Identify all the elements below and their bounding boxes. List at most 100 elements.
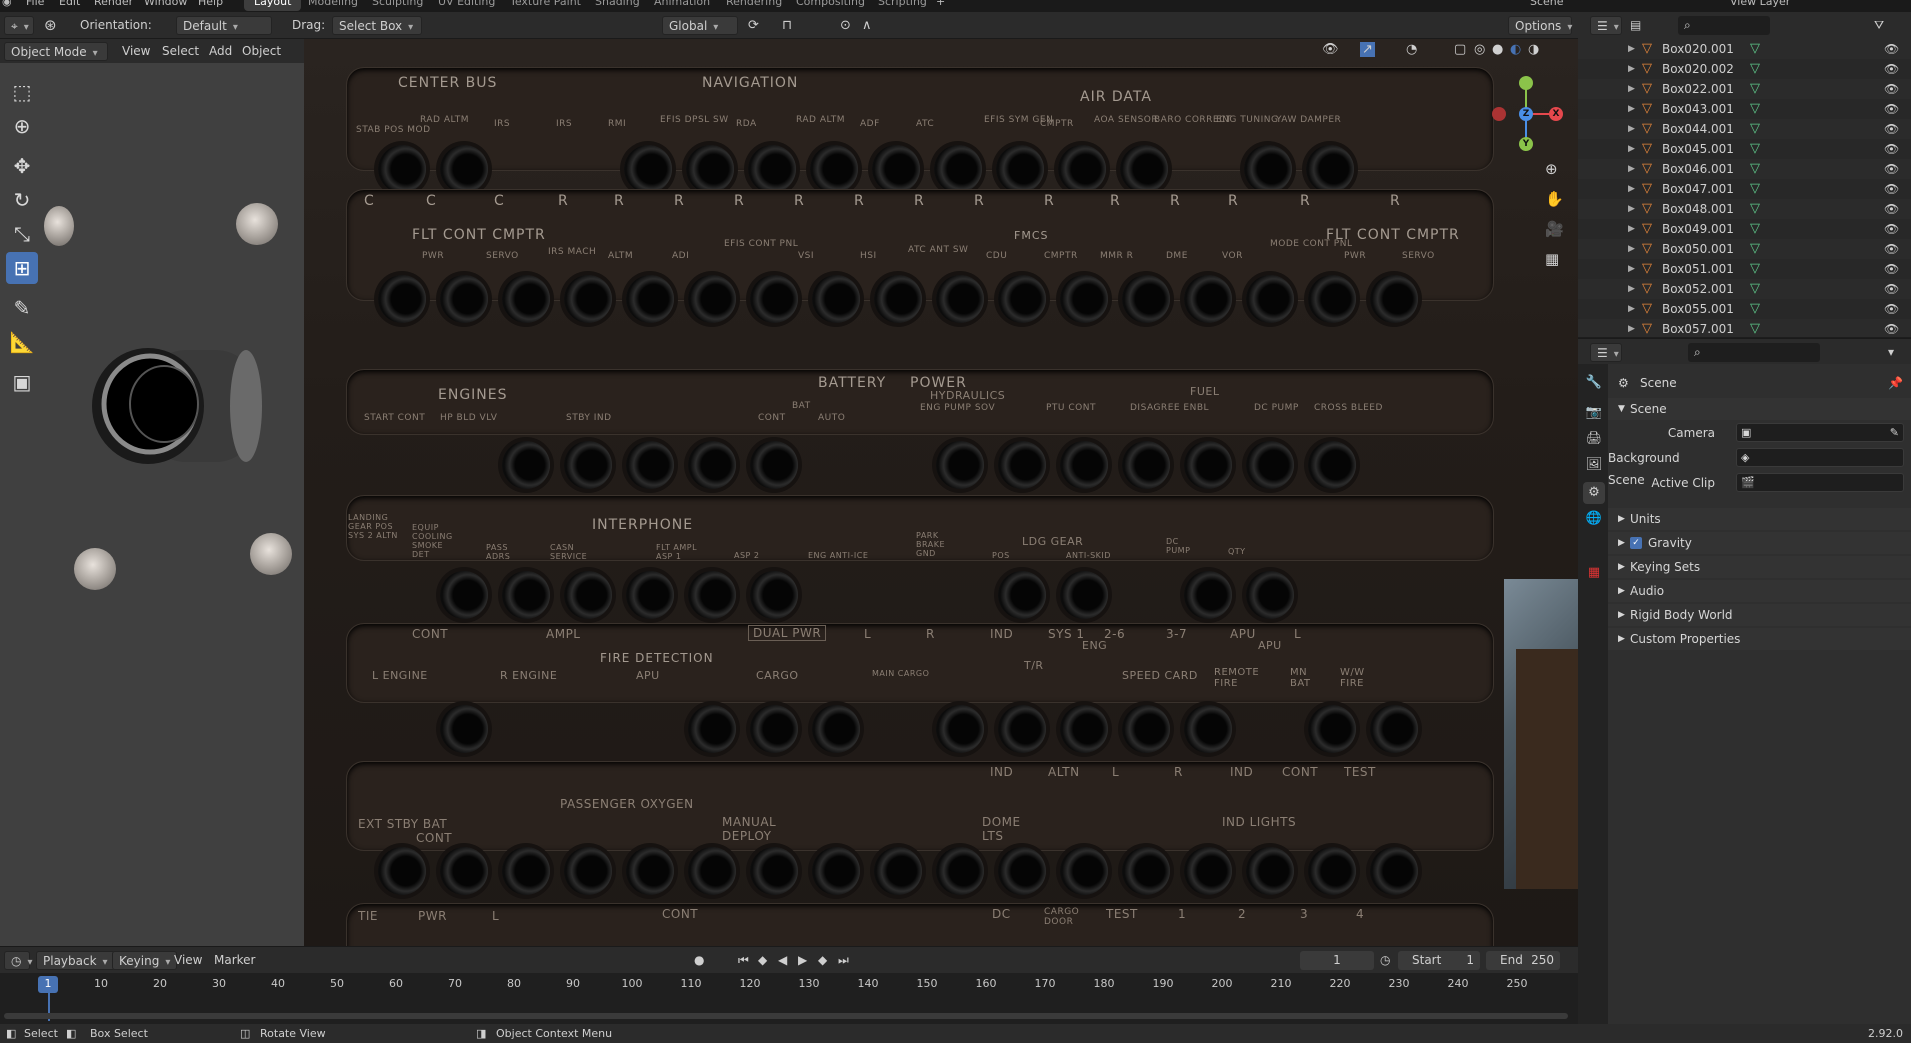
outliner-row[interactable]: ▶ ▽ Box050.001 ▽ 👁 xyxy=(1578,239,1911,259)
eye-icon[interactable]: 👁 xyxy=(1884,219,1899,239)
breaker-knob[interactable] xyxy=(1120,145,1168,193)
breaker-knob[interactable] xyxy=(1246,847,1294,895)
eye-icon[interactable]: 👁 xyxy=(1884,119,1899,139)
breaker-knob[interactable] xyxy=(564,571,612,619)
z-axis-handle[interactable]: Z xyxy=(1519,107,1533,121)
overlays-icon[interactable]: ◔ xyxy=(1406,42,1417,57)
breaker-knob[interactable] xyxy=(1308,441,1356,489)
menu-file[interactable]: File xyxy=(26,0,44,8)
tab-texture-paint[interactable]: Texture Paint xyxy=(500,0,591,11)
expand-arrow-icon[interactable]: ▶ xyxy=(1628,59,1635,79)
outliner-row[interactable]: ▶ ▽ Box046.001 ▽ 👁 xyxy=(1578,159,1911,179)
breaker-knob[interactable] xyxy=(1060,441,1108,489)
zoom-icon[interactable]: ⊕ xyxy=(1545,160,1558,178)
view-layer-selector[interactable]: View Layer xyxy=(1730,0,1790,8)
breaker-knob[interactable] xyxy=(378,275,426,323)
units-panel[interactable]: ▶ Units xyxy=(1608,508,1911,530)
blender-logo-icon[interactable]: ◉ xyxy=(2,0,12,8)
pin-icon[interactable]: 📌 xyxy=(1888,372,1903,394)
breaker-knob[interactable] xyxy=(1246,441,1294,489)
custom-properties-panel[interactable]: ▶ Custom Properties xyxy=(1608,628,1911,650)
end-frame-field[interactable]: End 250 xyxy=(1486,951,1560,970)
gravity-panel[interactable]: ▶ ✓ Gravity xyxy=(1608,532,1911,554)
expand-arrow-icon[interactable]: ▶ xyxy=(1628,319,1635,337)
outliner-row[interactable]: ▶ ▽ Box049.001 ▽ 👁 xyxy=(1578,219,1911,239)
eye-icon[interactable]: 👁 xyxy=(1884,279,1899,299)
playback-menu[interactable]: Playback xyxy=(36,951,115,970)
expand-arrow-icon[interactable]: ▶ xyxy=(1618,628,1625,650)
tab-rendering[interactable]: Rendering xyxy=(716,0,792,11)
breaker-knob[interactable] xyxy=(998,847,1046,895)
jump-start-icon[interactable]: ⏮ xyxy=(738,951,749,970)
breaker-knob[interactable] xyxy=(1370,275,1418,323)
expand-arrow-icon[interactable]: ▶ xyxy=(1628,39,1635,59)
breaker-knob[interactable] xyxy=(688,441,736,489)
breaker-knob[interactable] xyxy=(812,275,860,323)
prev-keyframe-icon[interactable]: ◆ xyxy=(758,951,767,970)
menu-edit[interactable]: Edit xyxy=(59,0,80,8)
expand-arrow-icon[interactable]: ▶ xyxy=(1628,219,1635,239)
render-tab-icon[interactable]: 📷 xyxy=(1583,402,1605,424)
breaker-knob[interactable] xyxy=(934,145,982,193)
eye-icon[interactable]: 👁 xyxy=(1884,39,1899,59)
tab-sculpting[interactable]: Sculpting xyxy=(362,0,433,11)
annotate-icon[interactable]: ✎ xyxy=(6,292,38,324)
pan-hand-icon[interactable]: ✋ xyxy=(1545,190,1564,208)
breaker-knob[interactable] xyxy=(564,847,612,895)
knob-object-3[interactable] xyxy=(74,548,116,590)
menu-view[interactable]: View xyxy=(122,42,150,61)
breaker-knob[interactable] xyxy=(996,145,1044,193)
outliner-row[interactable]: ▶ ▽ Box022.001 ▽ 👁 xyxy=(1578,79,1911,99)
eye-icon[interactable]: 👁 xyxy=(1884,259,1899,279)
transform-icon[interactable]: ⊞ xyxy=(6,252,38,284)
outliner-row[interactable]: ▶ ▽ Box048.001 ▽ 👁 xyxy=(1578,199,1911,219)
breaker-knob[interactable] xyxy=(1060,571,1108,619)
breaker-knob[interactable] xyxy=(750,705,798,753)
timeline-scrubber[interactable]: 1 10 20 30 40 50 60 70 80 90 100 110 120… xyxy=(0,973,1578,1024)
timeline-marker-menu[interactable]: Marker xyxy=(214,951,255,970)
options-dropdown[interactable]: Options xyxy=(1508,16,1572,35)
breaker-knob[interactable] xyxy=(1060,705,1108,753)
eye-icon[interactable]: 👁 xyxy=(1884,159,1899,179)
timeline-editor-type-icon[interactable]: ◷ xyxy=(4,951,30,970)
eye-icon[interactable]: 👁 xyxy=(1884,179,1899,199)
breaker-knob[interactable] xyxy=(1122,705,1170,753)
jump-end-icon[interactable]: ⏭ xyxy=(838,951,849,970)
scene-panel-header[interactable]: ▼ Scene xyxy=(1608,398,1911,420)
breaker-knob[interactable] xyxy=(1184,571,1232,619)
scale-icon[interactable]: ⤡ xyxy=(6,218,38,250)
breaker-knob[interactable] xyxy=(626,847,674,895)
solid-shading-icon[interactable]: ● xyxy=(1492,42,1503,57)
drag-dropdown[interactable]: Select Box xyxy=(332,16,422,35)
camera-view-icon[interactable]: 🎥 xyxy=(1545,220,1564,238)
expand-arrow-icon[interactable]: ▶ xyxy=(1628,299,1635,319)
breaker-knob[interactable] xyxy=(1122,847,1170,895)
rendered-shading-icon[interactable]: ◑ xyxy=(1528,42,1539,57)
menu-window[interactable]: Window xyxy=(144,0,187,8)
circuit-breaker-panel[interactable]: CENTER BUS NAVIGATION AIR DATA STAB POS … xyxy=(304,39,1578,946)
menu-select[interactable]: Select xyxy=(162,42,199,61)
outliner-row[interactable]: ▶ ▽ Box044.001 ▽ 👁 xyxy=(1578,119,1911,139)
tab-compositing[interactable]: Compositing xyxy=(786,0,875,11)
start-frame-field[interactable]: Start 1 xyxy=(1398,951,1480,970)
measure-icon[interactable]: 📐 xyxy=(6,326,38,358)
breaker-knob[interactable] xyxy=(872,145,920,193)
knob-object-1[interactable] xyxy=(44,206,74,246)
x-axis-handle[interactable]: X xyxy=(1549,107,1563,121)
expand-arrow-icon[interactable]: ▶ xyxy=(1628,179,1635,199)
eye-icon[interactable]: 👁 xyxy=(1884,299,1899,319)
breaker-knob[interactable] xyxy=(378,847,426,895)
expand-arrow-icon[interactable]: ▶ xyxy=(1618,604,1625,626)
breaker-knob[interactable] xyxy=(440,847,488,895)
proportional-edit-icon[interactable]: ⊙ xyxy=(840,16,851,35)
breaker-knob[interactable] xyxy=(1184,441,1232,489)
eye-icon[interactable]: 👁 xyxy=(1884,79,1899,99)
breaker-knob[interactable] xyxy=(1122,441,1170,489)
eye-icon[interactable]: 👁 xyxy=(1884,239,1899,259)
expand-arrow-icon[interactable]: ▶ xyxy=(1628,99,1635,119)
menu-object[interactable]: Object xyxy=(242,42,281,61)
wireframe-shading-icon[interactable]: ◎ xyxy=(1474,42,1485,57)
breaker-knob[interactable] xyxy=(440,705,488,753)
expand-arrow-icon[interactable]: ▶ xyxy=(1618,532,1625,554)
breaker-knob[interactable] xyxy=(1308,705,1356,753)
